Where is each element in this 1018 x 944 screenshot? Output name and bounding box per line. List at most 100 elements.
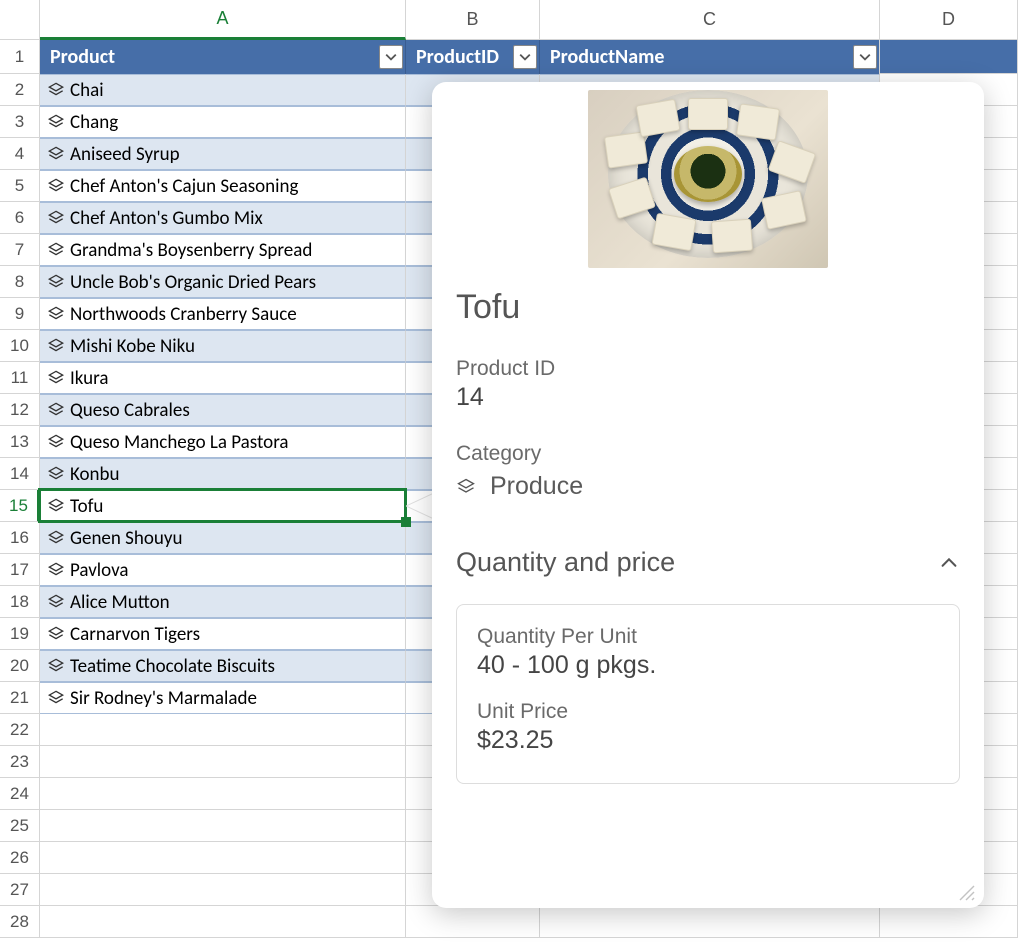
filter-button-product[interactable] [379,45,403,69]
linked-entity-icon [46,432,66,452]
row-header-22[interactable]: 22 [0,714,40,746]
cell-product[interactable]: Grandma's Boysenberry Spread [40,234,406,266]
cell-product-text: Queso Manchego La Pastora [70,431,289,454]
row-header-1[interactable]: 1 [0,40,40,74]
cell-product[interactable]: Queso Manchego La Pastora [40,426,406,458]
data-type-card: Tofu Product ID 14 Category Produce Quan… [432,82,984,908]
linked-entity-icon [46,656,66,676]
row-headers: 1234567891011121314151617181920212223242… [0,40,40,938]
unit-price-label: Unit Price [477,700,939,724]
cell[interactable] [40,714,406,746]
row-header-15[interactable]: 15 [0,490,40,522]
row-header-3[interactable]: 3 [0,106,40,138]
row-header-5[interactable]: 5 [0,170,40,202]
filter-button-product-id[interactable] [513,45,537,69]
row-header-25[interactable]: 25 [0,810,40,842]
cell[interactable] [406,906,540,938]
cell[interactable] [40,842,406,874]
cell-product[interactable]: Queso Cabrales [40,394,406,426]
column-header-A[interactable]: A [40,0,406,40]
row-header-24[interactable]: 24 [0,778,40,810]
chevron-down-icon [859,51,871,63]
card-section-title: Quantity and price [456,547,675,578]
cell-product[interactable]: Chef Anton's Gumbo Mix [40,202,406,234]
cell-d1[interactable] [880,40,1018,74]
linked-entity-icon [46,272,66,292]
cell-product-text: Tofu [70,495,103,518]
cell-product[interactable]: Carnarvon Tigers [40,618,406,650]
cell-product-text: Alice Mutton [70,591,170,614]
row-header-12[interactable]: 12 [0,394,40,426]
row-header-11[interactable]: 11 [0,362,40,394]
cell[interactable] [880,906,1018,938]
cell-product-text: Teatime Chocolate Biscuits [70,655,275,678]
row-header-17[interactable]: 17 [0,554,40,586]
cell-product[interactable]: Ikura [40,362,406,394]
cell-product[interactable]: Chang [40,106,406,138]
row-header-21[interactable]: 21 [0,682,40,714]
cell-product[interactable]: Tofu [40,490,406,522]
row-header-10[interactable]: 10 [0,330,40,362]
row-header-23[interactable]: 23 [0,746,40,778]
row-header-4[interactable]: 4 [0,138,40,170]
row-header-9[interactable]: 9 [0,298,40,330]
row-header-8[interactable]: 8 [0,266,40,298]
row-header-27[interactable]: 27 [0,874,40,906]
filter-button-product-name[interactable] [853,45,877,69]
linked-entity-icon [46,208,66,228]
cell-product[interactable]: Alice Mutton [40,586,406,618]
linked-entity-icon [456,477,476,497]
quantity-price-box: Quantity Per Unit 40 - 100 g pkgs. Unit … [456,604,960,784]
cell[interactable] [40,746,406,778]
cell-product[interactable]: Chef Anton's Cajun Seasoning [40,170,406,202]
row-header-26[interactable]: 26 [0,842,40,874]
cell-product[interactable]: Genen Shouyu [40,522,406,554]
row-header-16[interactable]: 16 [0,522,40,554]
cell-product[interactable]: Mishi Kobe Niku [40,330,406,362]
card-category-row[interactable]: Produce [456,472,960,501]
linked-entity-icon [46,240,66,260]
column-header-D[interactable]: D [880,0,1018,40]
linked-entity-icon [46,80,66,100]
column-header-B[interactable]: B [406,0,540,40]
cell-product[interactable]: Uncle Bob's Organic Dried Pears [40,266,406,298]
header-product-name[interactable]: ProductName [540,40,880,74]
linked-entity-icon [46,144,66,164]
row-header-28[interactable]: 28 [0,906,40,938]
cell-product-text: Northwoods Cranberry Sauce [70,303,297,326]
cell-product-text: Chang [70,111,118,134]
select-all-corner[interactable] [0,0,40,40]
linked-entity-icon [46,560,66,580]
row-header-20[interactable]: 20 [0,650,40,682]
cell[interactable] [540,906,880,938]
header-product[interactable]: Product [40,40,406,74]
row-header-2[interactable]: 2 [0,74,40,106]
cell[interactable] [40,906,406,938]
cell-product[interactable]: Pavlova [40,554,406,586]
cell-product[interactable]: Chai [40,74,406,106]
cell-product[interactable]: Aniseed Syrup [40,138,406,170]
header-product-id-label: ProductID [416,45,499,69]
header-product-id[interactable]: ProductID [406,40,540,74]
cell-product[interactable]: Sir Rodney's Marmalade [40,682,406,714]
cell[interactable] [40,810,406,842]
row-header-14[interactable]: 14 [0,458,40,490]
row-header-18[interactable]: 18 [0,586,40,618]
row-header-19[interactable]: 19 [0,618,40,650]
cell[interactable] [40,778,406,810]
cell-product[interactable]: Teatime Chocolate Biscuits [40,650,406,682]
row-header-6[interactable]: 6 [0,202,40,234]
card-section-header[interactable]: Quantity and price [456,547,960,578]
cell-product-text: Mishi Kobe Niku [70,335,195,358]
cell[interactable] [40,874,406,906]
row-header-13[interactable]: 13 [0,426,40,458]
cell-product-text: Pavlova [70,559,128,582]
table-row-empty[interactable] [40,906,1018,938]
cell-product[interactable]: Konbu [40,458,406,490]
column-header-C[interactable]: C [540,0,880,40]
resize-grip-icon[interactable] [956,882,976,902]
row-header-7[interactable]: 7 [0,234,40,266]
card-category-label: Category [456,442,960,466]
cell-product-text: Konbu [70,463,120,486]
cell-product[interactable]: Northwoods Cranberry Sauce [40,298,406,330]
